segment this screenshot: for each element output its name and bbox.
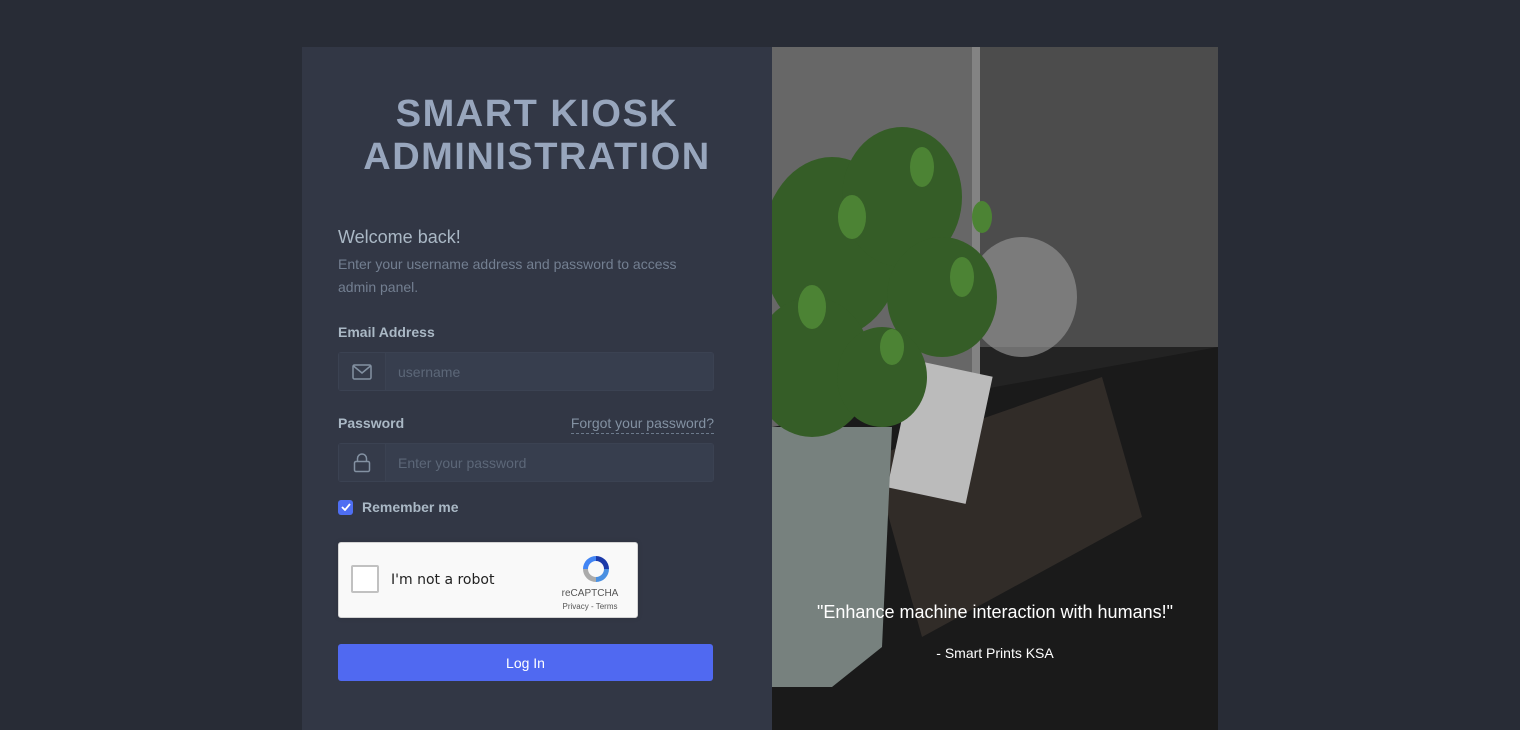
recaptcha-widget: I'm not a robot reCAPTCHA Privacy - Term… [338,542,638,618]
hero-quote-author: - Smart Prints KSA [936,645,1054,661]
hero-image-panel: "Enhance machine interaction with humans… [772,47,1218,730]
login-panel: SMART KIOSK ADMINISTRATION Welcome back!… [302,47,772,730]
email-field[interactable] [386,353,713,390]
plant-photo [772,47,1218,730]
mail-icon [339,353,386,390]
welcome-subtitle: Enter your username address and password… [338,256,677,295]
recaptcha-links[interactable]: Privacy - Terms [555,602,625,611]
email-label: Email Address [338,324,435,340]
remember-me[interactable]: Remember me [338,499,459,515]
forgot-password-link[interactable]: Forgot your password? [570,415,714,434]
remember-checkbox[interactable] [338,499,353,515]
password-input-group [338,443,714,482]
login-button[interactable]: Log In [338,644,713,681]
check-icon [340,503,351,511]
hero-quote: "Enhance machine interaction with humans… [817,602,1173,622]
lock-icon [339,444,386,481]
recaptcha-logo-icon [580,553,612,585]
login-card: SMART KIOSK ADMINISTRATION Welcome back!… [302,47,1218,730]
recaptcha-checkbox[interactable] [351,565,379,593]
email-input-group [338,352,714,391]
page-title: SMART KIOSK ADMINISTRATION [363,93,711,178]
recaptcha-brand: reCAPTCHA [561,588,619,599]
password-label: Password [338,415,405,431]
recaptcha-label: I'm not a robot [391,572,495,588]
password-field[interactable] [386,444,713,481]
remember-label: Remember me [362,499,459,515]
welcome-heading: Welcome back! [338,227,461,247]
